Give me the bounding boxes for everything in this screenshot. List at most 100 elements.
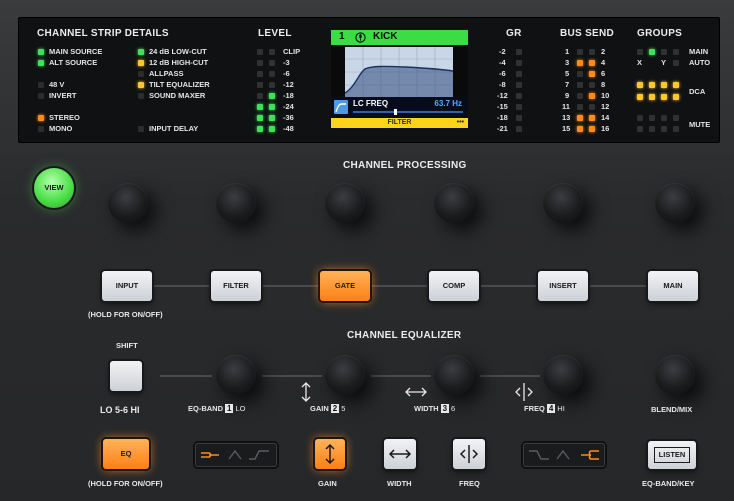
lcd-footer: FILTER ••• [331,118,468,128]
mute-led-5 [637,126,643,132]
group-led-2 [649,49,655,55]
freq-mode-label: FREQ [459,479,480,488]
low-shelf-button[interactable] [195,443,277,467]
filter-button[interactable]: FILTER [211,271,261,301]
width-knob[interactable] [434,355,474,395]
processing-knob-5[interactable] [543,183,583,223]
level-led-r-12 [269,82,275,88]
gr-led-21 [516,126,522,132]
dca-led-2 [649,82,655,88]
eq-band-key-label: EQ-BAND/KEY [642,479,695,488]
led-allpass [138,71,144,77]
groups-label-dca: DCA [689,87,706,96]
dca-led-6 [649,94,655,100]
width-mode-button[interactable] [384,439,416,469]
level-led-r-3 [269,60,275,66]
gate-button[interactable]: GATE [320,271,370,301]
mute-led-1 [637,115,643,121]
bus-num-16: 16 [601,124,610,133]
processing-knob-4[interactable] [434,183,474,223]
level-led-l-6 [257,71,263,77]
blend-mix-knob[interactable] [655,355,695,395]
processing-knob-3[interactable] [325,183,365,223]
led-invert [38,93,44,99]
low-shelf-icon [201,449,269,460]
gain-mode-button[interactable] [315,439,345,469]
listen-button[interactable]: LISTEN [648,441,696,469]
bus-num-5: 5 [565,69,570,78]
shift-button[interactable] [110,361,142,391]
bus-num-11: 11 [562,102,570,111]
shift-label: SHIFT [116,341,138,350]
level-scale-48: -48 [283,124,294,133]
gr-scale-18: -18 [497,113,508,122]
level-scale-6: -6 [283,69,290,78]
led-48v [38,82,44,88]
gain-number: 2 [330,404,340,413]
lcd-param-name: LC FREQ [353,99,389,108]
level-led-r-6 [269,71,275,77]
lcd-channel-number: 1 [339,31,345,42]
mute-led-4 [673,115,679,121]
comp-button[interactable]: COMP [429,271,479,301]
bus-led-14 [589,115,595,121]
processing-knob-2[interactable] [216,183,256,223]
label-48v: 48 V [49,80,65,89]
level-scale-clip: CLIP [283,47,301,56]
connector-line [152,285,210,287]
label-stereo: STEREO [49,113,80,122]
high-shelf-button[interactable] [523,443,605,467]
main-button[interactable]: MAIN [648,271,698,301]
dca-led-5 [637,94,643,100]
freq-shift-icon [515,383,533,401]
label-input-delay: INPUT DELAY [149,124,199,133]
gr-scale-6: -6 [499,69,506,78]
eq-band-number: 1 [225,404,234,413]
hold-note-eq: (HOLD FOR ON/OFF) [88,479,163,488]
bus-led-2 [589,49,595,55]
connector-line [588,285,646,287]
dca-led-3 [661,82,667,88]
level-led-l-24 [257,104,263,110]
connector-line [370,285,428,287]
lcd-footer-label: FILTER [387,119,412,126]
gain-knob[interactable] [325,355,365,395]
width-number: 3 [440,404,450,413]
freq-knob[interactable] [543,355,583,395]
bus-led-7 [577,82,583,88]
lcd-title-bar: 1 KICK [331,30,468,45]
label-invert: INVERT [49,91,77,100]
view-button[interactable]: VIEW [34,168,74,208]
lcd-param-slider-handle [394,109,397,115]
width-text: WIDTH [414,404,439,413]
led-sound-maxer [138,93,144,99]
led-mono [38,126,44,132]
bus-led-13 [577,115,583,121]
freq-mode-button[interactable] [453,439,485,469]
dca-led-1 [637,82,643,88]
group-led-3 [661,49,667,55]
processing-knob-6[interactable] [655,183,695,223]
dca-led-4 [673,82,679,88]
gr-scale-12: -12 [497,91,508,100]
eq-band-knob[interactable] [216,355,256,395]
connector-line [371,375,431,377]
processing-knob-1[interactable] [108,183,148,223]
input-button[interactable]: INPUT [102,271,152,301]
lcd-channel-name: KICK [373,31,398,42]
insert-button[interactable]: INSERT [538,271,588,301]
gr-title: GR [506,28,522,39]
groups-label-x: X [637,58,643,67]
bus-led-9 [577,93,583,99]
gr-scale-8: -8 [499,80,506,89]
mute-led-2 [649,115,655,121]
connector-line [479,285,537,287]
freq-eq-label: FREQ 4 HI [524,404,565,413]
bus-led-1 [577,49,583,55]
eq-button[interactable]: EQ [103,439,149,469]
gr-scale-21: -21 [497,124,508,133]
groups-title: GROUPS [637,28,683,39]
vertical-arrows-icon [301,382,311,402]
mute-led-6 [649,126,655,132]
bus-led-15 [577,126,583,132]
